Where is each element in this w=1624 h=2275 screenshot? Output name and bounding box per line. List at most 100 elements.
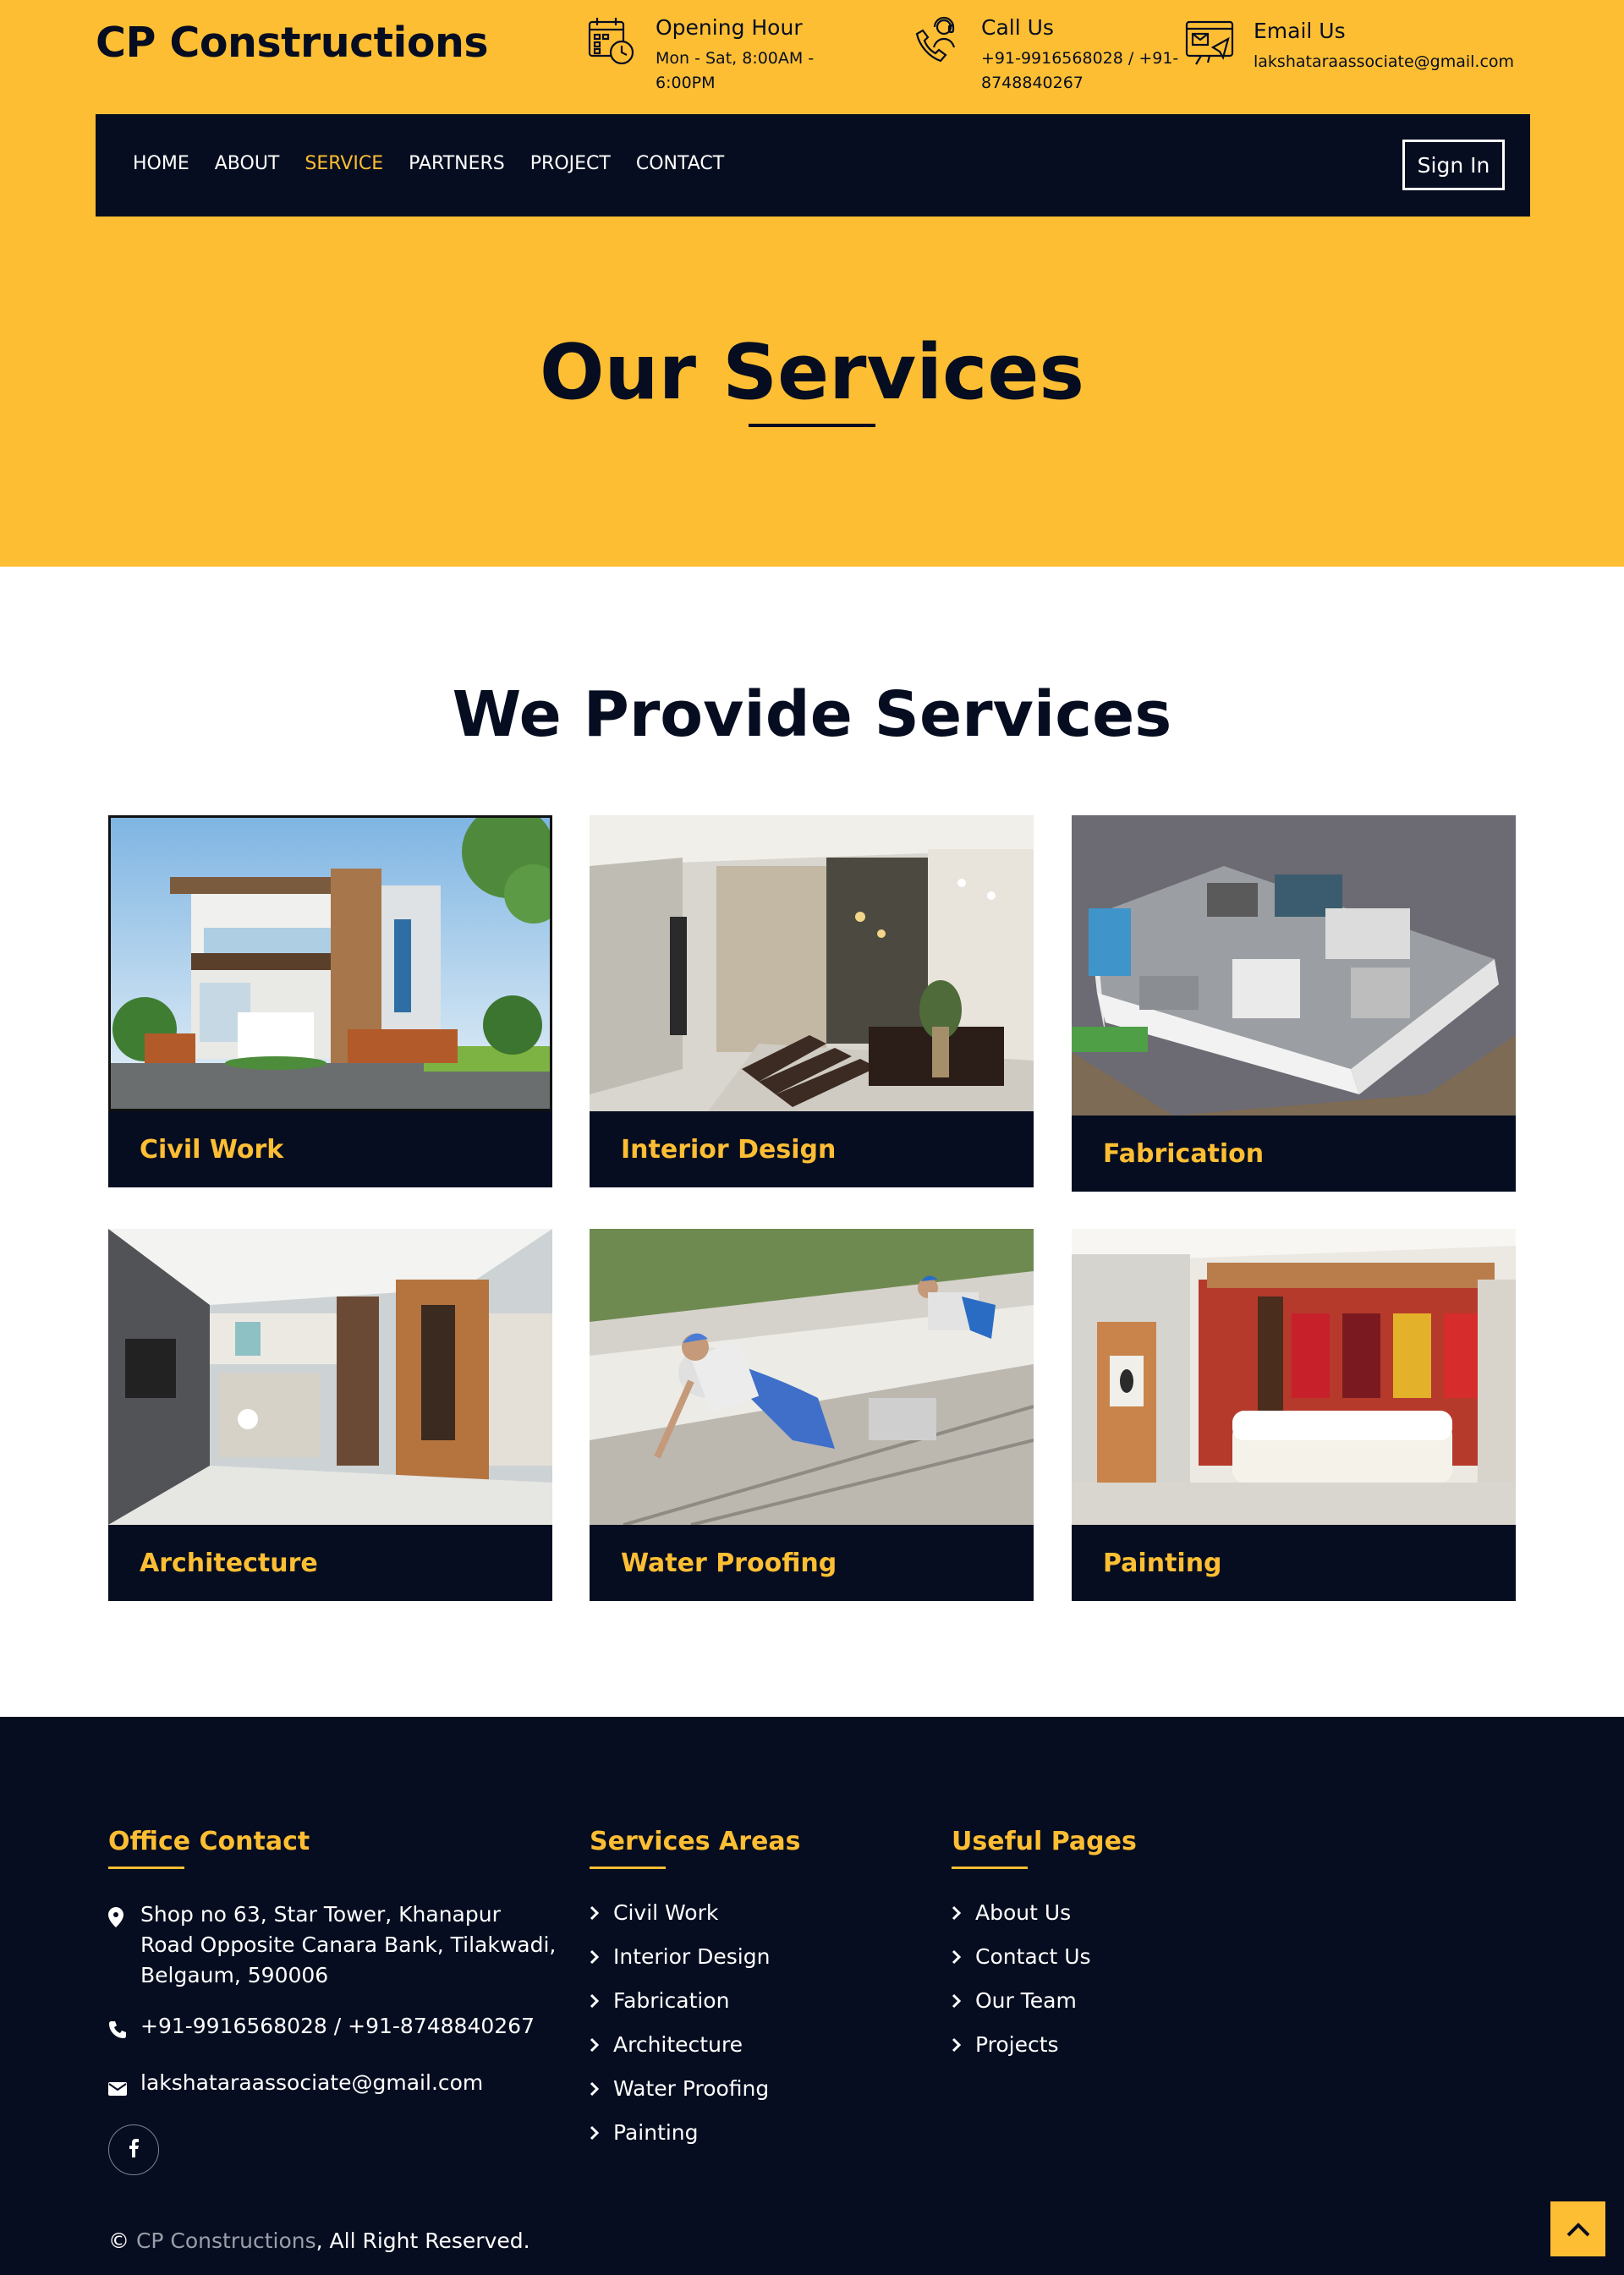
chevron-right-icon: [952, 1949, 962, 1965]
opening-hour-line1: Mon - Sat, 8:00AM -: [656, 49, 815, 68]
footer-link-label[interactable]: Architecture: [613, 2031, 743, 2058]
nav-item-project[interactable]: PROJECT: [530, 153, 611, 174]
chevron-right-icon: [590, 2125, 600, 2141]
back-to-top-button[interactable]: [1550, 2201, 1605, 2256]
chevron-right-icon: [590, 2037, 600, 2053]
footer-link-our-team[interactable]: Our Team: [952, 1987, 1137, 2015]
chevron-right-icon: [590, 2081, 600, 2097]
services-areas-heading: Services Areas: [590, 1827, 801, 1856]
chevron-up-icon: [1566, 2222, 1589, 2236]
footer-services-areas: Services Areas Civil Work Interior Desig…: [590, 1827, 800, 2163]
chevron-right-icon: [590, 1905, 600, 1921]
footer-link-civil-work[interactable]: Civil Work: [590, 1899, 800, 1927]
copyright-symbol: ©: [108, 2228, 129, 2253]
service-card-water-proofing[interactable]: Water Proofing: [590, 1229, 1034, 1601]
civil-work-image: [108, 815, 552, 1111]
heading-underline: [952, 1867, 1028, 1869]
office-email-text[interactable]: lakshataraassociate@gmail.com: [140, 2068, 483, 2098]
footer-link-label[interactable]: About Us: [975, 1899, 1071, 1927]
chevron-right-icon: [952, 1905, 962, 1921]
footer-link-projects[interactable]: Projects: [952, 2031, 1137, 2058]
service-label-fabrication[interactable]: Fabrication: [1072, 1116, 1516, 1192]
office-email[interactable]: lakshataraassociate@gmail.com: [108, 2068, 557, 2104]
footer-link-label[interactable]: Painting: [613, 2119, 699, 2146]
email-us-title: Email Us: [1254, 19, 1346, 43]
page-title: Our Services: [539, 328, 1085, 417]
footer-link-label[interactable]: Fabrication: [613, 1987, 729, 2015]
office-address-text: Shop no 63, Star Tower, Khanapur Road Op…: [140, 1902, 557, 1987]
email-icon: [1184, 19, 1235, 69]
sign-in-button[interactable]: Sign In: [1402, 140, 1505, 190]
office-phone[interactable]: +91-9916568028 / +91-8748840267: [108, 2011, 557, 2048]
chevron-right-icon: [952, 1993, 962, 2009]
footer-link-fabrication[interactable]: Fabrication: [590, 1987, 800, 2015]
footer-link-contact-us[interactable]: Contact Us: [952, 1943, 1137, 1971]
office-phone-text[interactable]: +91-9916568028 / +91-8748840267: [140, 2011, 535, 2042]
service-card-civil-work[interactable]: Civil Work: [108, 815, 552, 1187]
footer-link-interior-design[interactable]: Interior Design: [590, 1943, 800, 1971]
footer-link-painting[interactable]: Painting: [590, 2119, 800, 2146]
service-label-water-proofing[interactable]: Water Proofing: [590, 1525, 1034, 1601]
footer: Office Contact Shop no 63, Star Tower, K…: [0, 1717, 1624, 2275]
copyright: © CP Constructions, All Right Reserved.: [108, 2228, 530, 2253]
office-address: Shop no 63, Star Tower, Khanapur Road Op…: [108, 1899, 557, 1991]
service-card-painting[interactable]: Painting: [1072, 1229, 1516, 1601]
brand-logo[interactable]: CP Constructions: [96, 19, 489, 67]
footer-link-label[interactable]: Projects: [975, 2031, 1059, 2058]
nav-item-about[interactable]: ABOUT: [215, 153, 280, 174]
facebook-icon: [129, 2139, 139, 2161]
water-proofing-image: [590, 1229, 1034, 1525]
header-section: CP Constructions Opening Hour Mon - Sat,…: [0, 0, 1624, 567]
useful-pages-list: About Us Contact Us Our Team Projects: [952, 1899, 1137, 2058]
phone-icon: [108, 2017, 127, 2048]
email-us-value[interactable]: lakshataraassociate@gmail.com: [1254, 50, 1514, 74]
service-card-fabrication[interactable]: Fabrication: [1072, 815, 1516, 1192]
footer-link-label[interactable]: Water Proofing: [613, 2075, 769, 2102]
nav-item-partners[interactable]: PARTNERS: [409, 153, 505, 174]
footer-office-contact: Office Contact Shop no 63, Star Tower, K…: [108, 1827, 557, 2175]
opening-hour-line2: 6:00PM: [656, 74, 716, 92]
phone-support-icon: [912, 15, 963, 66]
footer-link-label[interactable]: Our Team: [975, 1987, 1077, 2015]
services-areas-list: Civil Work Interior Design Fabrication A…: [590, 1899, 800, 2146]
opening-hour-title: Opening Hour: [656, 15, 803, 40]
calendar-clock-icon: [586, 15, 637, 66]
footer-link-architecture[interactable]: Architecture: [590, 2031, 800, 2058]
footer-useful-pages: Useful Pages About Us Contact Us Our Tea…: [952, 1827, 1137, 2075]
footer-link-water-proofing[interactable]: Water Proofing: [590, 2075, 800, 2102]
service-label-painting[interactable]: Painting: [1072, 1525, 1516, 1601]
opening-hour-block: Opening Hour Mon - Sat, 8:00AM - 6:00PM: [586, 15, 814, 96]
service-label-interior-design[interactable]: Interior Design: [590, 1111, 1034, 1187]
service-card-interior-design[interactable]: Interior Design: [590, 815, 1034, 1187]
chevron-right-icon: [952, 2037, 962, 2053]
title-underline: [749, 424, 875, 427]
call-us-line1[interactable]: +91-9916568028 / +91-: [981, 47, 1178, 71]
architecture-image: [108, 1229, 552, 1525]
email-us-block: Email Us lakshataraassociate@gmail.com: [1184, 19, 1514, 74]
chevron-right-icon: [590, 1993, 600, 2009]
call-us-block: Call Us +91-9916568028 / +91- 8748840267: [912, 15, 1178, 96]
copyright-brand-link[interactable]: CP Constructions: [136, 2228, 316, 2253]
heading-underline: [590, 1867, 666, 1869]
useful-pages-heading: Useful Pages: [952, 1827, 1137, 1856]
footer-link-label[interactable]: Interior Design: [613, 1943, 770, 1971]
service-label-civil-work[interactable]: Civil Work: [108, 1111, 552, 1187]
envelope-icon: [108, 2074, 127, 2104]
services-heading: We Provide Services: [452, 678, 1172, 751]
service-label-architecture[interactable]: Architecture: [108, 1525, 552, 1601]
painting-image: [1072, 1229, 1516, 1525]
footer-link-about-us[interactable]: About Us: [952, 1899, 1137, 1927]
service-card-architecture[interactable]: Architecture: [108, 1229, 552, 1601]
main-navbar: HOME ABOUT SERVICE PARTNERS PROJECT CONT…: [96, 114, 1530, 217]
interior-design-image: [590, 815, 1034, 1111]
facebook-button[interactable]: [108, 2124, 159, 2175]
nav-item-home[interactable]: HOME: [133, 153, 189, 174]
heading-underline: [108, 1867, 184, 1869]
nav-item-contact[interactable]: CONTACT: [636, 153, 724, 174]
nav-item-service[interactable]: SERVICE: [304, 153, 383, 174]
footer-link-label[interactable]: Contact Us: [975, 1943, 1091, 1971]
call-us-line2[interactable]: 8748840267: [981, 71, 1178, 96]
footer-link-label[interactable]: Civil Work: [613, 1899, 718, 1927]
copyright-suffix: , All Right Reserved.: [315, 2228, 530, 2253]
map-marker-icon: [108, 1905, 127, 1936]
